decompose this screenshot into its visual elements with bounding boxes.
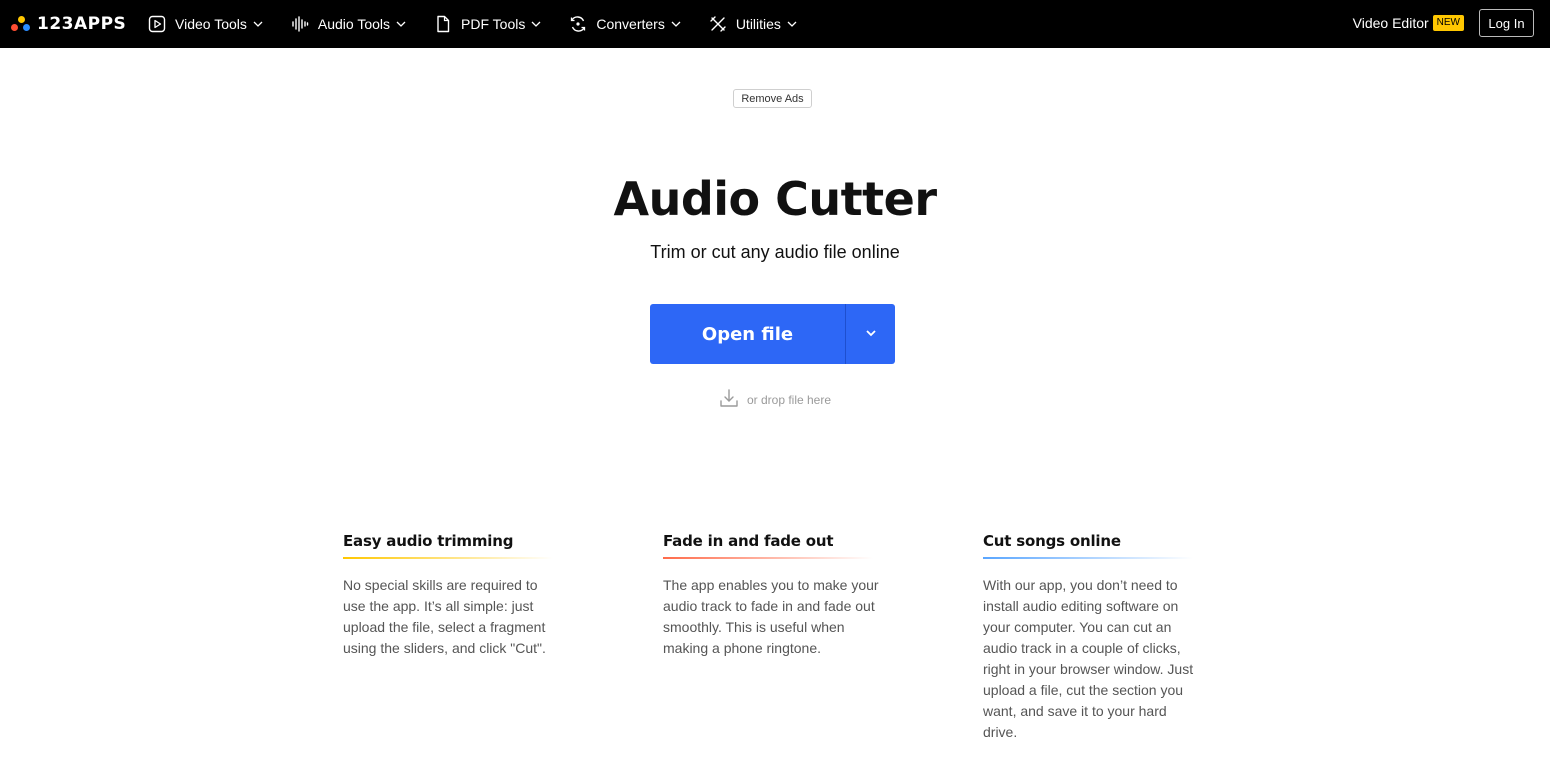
nav-utilities[interactable]: Utilities <box>709 0 797 48</box>
chevron-down-icon <box>671 19 681 29</box>
nav-audio-tools[interactable]: Audio Tools <box>291 0 406 48</box>
video-editor-link[interactable]: Video Editor NEW <box>1353 15 1464 31</box>
play-icon <box>148 15 166 33</box>
top-navigation-bar: 123APPS Video Tools Audio Tools PDF Tool… <box>0 0 1550 48</box>
nav-pdf-tools-label: PDF Tools <box>461 16 526 32</box>
remove-ads-button[interactable]: Remove Ads <box>733 89 812 108</box>
header-right: Video Editor NEW Log In <box>1353 9 1534 37</box>
feature-text: The app enables you to make your audio t… <box>663 577 879 656</box>
tools-icon <box>709 15 727 33</box>
feature-underline <box>663 557 873 559</box>
logo[interactable]: 123APPS <box>11 12 126 36</box>
logo-dots-icon <box>11 14 31 34</box>
document-icon <box>434 15 452 33</box>
feature-underline <box>983 557 1193 559</box>
chevron-down-icon <box>253 19 263 29</box>
nav-audio-tools-label: Audio Tools <box>317 16 391 32</box>
main-nav: Video Tools Audio Tools PDF Tools Conver… <box>148 0 825 48</box>
logo-text: 123APPS <box>37 14 127 34</box>
nav-pdf-tools[interactable]: PDF Tools <box>434 0 541 48</box>
chevron-down-icon <box>865 327 877 342</box>
waveform-icon <box>291 15 309 33</box>
page-subtitle: Trim or cut any audio file online <box>650 242 900 262</box>
drop-zone-hint: or drop file here <box>0 388 1550 411</box>
nav-converters-label: Converters <box>596 16 665 32</box>
feature-title: Cut songs online <box>983 532 1121 550</box>
feature-easy-audio-trimming: Easy audio trimming No special skills ar… <box>343 532 563 659</box>
feature-title: Easy audio trimming <box>343 532 514 550</box>
drop-hint-text: or drop file here <box>746 392 832 407</box>
chevron-down-icon <box>396 19 406 29</box>
new-badge: NEW <box>1432 15 1464 31</box>
open-file-options-button[interactable] <box>846 304 895 364</box>
feature-underline <box>343 557 553 559</box>
video-editor-label: Video Editor <box>1352 15 1429 31</box>
chevron-down-icon <box>787 19 797 29</box>
open-file-button[interactable]: Open file <box>650 304 845 364</box>
nav-video-tools[interactable]: Video Tools <box>148 0 263 48</box>
feature-text: With our app, you don’t need to install … <box>983 577 1194 740</box>
download-icon <box>719 388 739 411</box>
open-file-group: Open file <box>650 304 895 364</box>
feature-title: Fade in and fade out <box>663 532 834 550</box>
chevron-down-icon <box>531 19 541 29</box>
nav-utilities-label: Utilities <box>735 16 781 32</box>
nav-video-tools-label: Video Tools <box>175 16 247 32</box>
nav-converters[interactable]: Converters <box>569 0 681 48</box>
feature-fade-in-out: Fade in and fade out The app enables you… <box>663 532 883 659</box>
refresh-icon <box>569 15 587 33</box>
feature-text: No special skills are required to use th… <box>343 577 546 656</box>
page-title: Audio Cutter <box>613 172 937 226</box>
login-button[interactable]: Log In <box>1479 9 1534 37</box>
feature-cut-songs-online: Cut songs online With our app, you don’t… <box>983 532 1203 743</box>
